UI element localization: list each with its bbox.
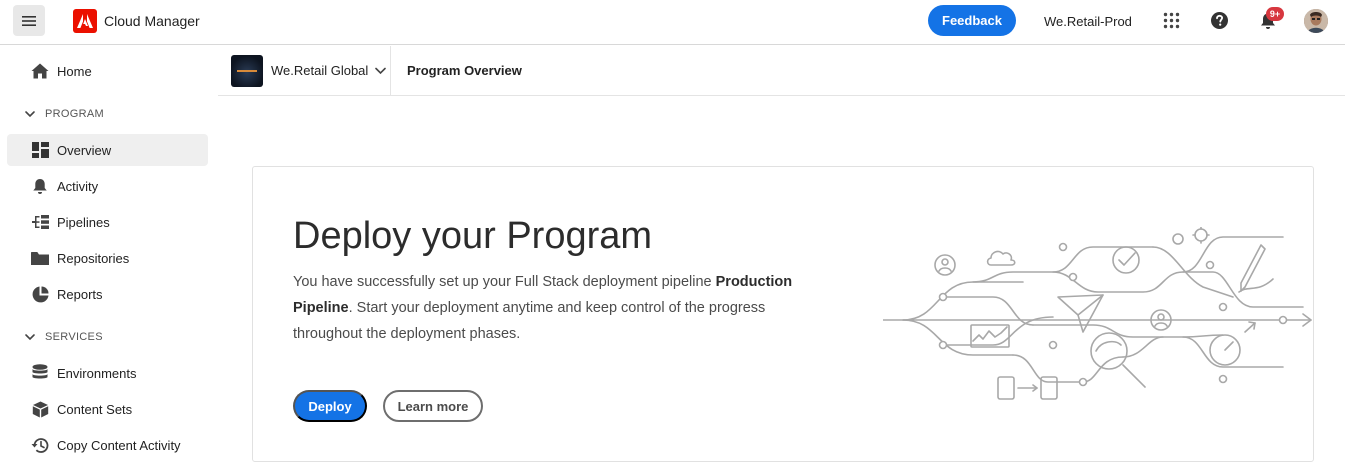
divider xyxy=(390,46,391,96)
program-name: We.Retail Global xyxy=(271,63,369,78)
bell-icon xyxy=(31,177,49,195)
program-thumbnail xyxy=(231,55,263,87)
sidebar-item-label: Repositories xyxy=(57,250,130,266)
sidebar-item-label: Content Sets xyxy=(57,401,133,417)
sidebar-item-label: Pipelines xyxy=(57,214,110,230)
program-switcher[interactable]: We.Retail Global xyxy=(271,63,387,78)
menu-button[interactable] xyxy=(13,5,45,36)
org-switcher[interactable]: We.Retail-Prod xyxy=(1044,14,1132,29)
sidebar-item-label: Environments xyxy=(57,365,137,381)
learn-more-button[interactable]: Learn more xyxy=(383,390,483,422)
chevron-down-icon xyxy=(25,111,35,118)
top-bar: Cloud Manager Feedback We.Retail-Prod 9+ xyxy=(0,0,1345,45)
section-label: PROGRAM xyxy=(45,108,104,120)
sidebar-item-label: Overview xyxy=(57,142,112,158)
sidebar: Home PROGRAM Overview Activity Pipelines… xyxy=(0,46,217,475)
sidebar-item-label: Activity xyxy=(57,178,99,194)
pie-chart-icon xyxy=(31,285,49,303)
sidebar-item-environments[interactable]: Environments xyxy=(7,357,208,389)
sidebar-item-label: Reports xyxy=(57,286,103,302)
feedback-button[interactable]: Feedback xyxy=(928,5,1016,36)
adobe-logo-icon[interactable] xyxy=(73,9,97,33)
dashboard-icon xyxy=(31,141,49,159)
deployment-pipeline-illustration xyxy=(883,227,1312,400)
database-icon xyxy=(31,364,49,382)
chevron-down-icon xyxy=(25,334,35,341)
sidebar-item-label: Home xyxy=(57,63,92,79)
sidebar-item-content-sets[interactable]: Content Sets xyxy=(7,393,208,425)
pipeline-icon xyxy=(31,213,49,231)
section-label: SERVICES xyxy=(45,331,103,343)
sidebar-item-home[interactable]: Home xyxy=(7,55,208,87)
card-description: You have successfully set up your Full S… xyxy=(293,274,793,342)
card-title: Deploy your Program xyxy=(293,215,653,257)
home-icon xyxy=(31,62,49,80)
sidebar-item-pipelines[interactable]: Pipelines xyxy=(7,206,208,238)
sidebar-item-copy-content-activity[interactable]: Copy Content Activity xyxy=(7,429,208,461)
apps-grid-icon[interactable] xyxy=(1163,12,1180,29)
page-title: Program Overview xyxy=(407,63,522,78)
folder-icon xyxy=(31,249,49,267)
user-avatar[interactable] xyxy=(1304,9,1328,33)
sidebar-item-activity[interactable]: Activity xyxy=(7,170,208,202)
services-section-toggle[interactable]: SERVICES xyxy=(24,331,103,343)
sidebar-item-reports[interactable]: Reports xyxy=(7,278,208,310)
notifications-badge: 9+ xyxy=(1266,7,1284,21)
app-title[interactable]: Cloud Manager xyxy=(104,13,200,29)
program-section-toggle[interactable]: PROGRAM xyxy=(24,108,104,120)
deploy-program-card: Deploy your Program You have successfull… xyxy=(252,166,1314,462)
sidebar-item-label: Copy Content Activity xyxy=(57,437,181,453)
sidebar-item-repositories[interactable]: Repositories xyxy=(7,242,208,274)
deploy-button[interactable]: Deploy xyxy=(293,390,367,422)
hamburger-icon xyxy=(22,15,36,26)
history-icon xyxy=(31,436,49,454)
chevron-down-icon xyxy=(375,67,387,74)
box-icon xyxy=(31,400,49,418)
program-header: We.Retail Global Program Overview xyxy=(218,46,1345,96)
help-icon[interactable] xyxy=(1211,12,1228,29)
sidebar-item-overview[interactable]: Overview xyxy=(7,134,208,166)
